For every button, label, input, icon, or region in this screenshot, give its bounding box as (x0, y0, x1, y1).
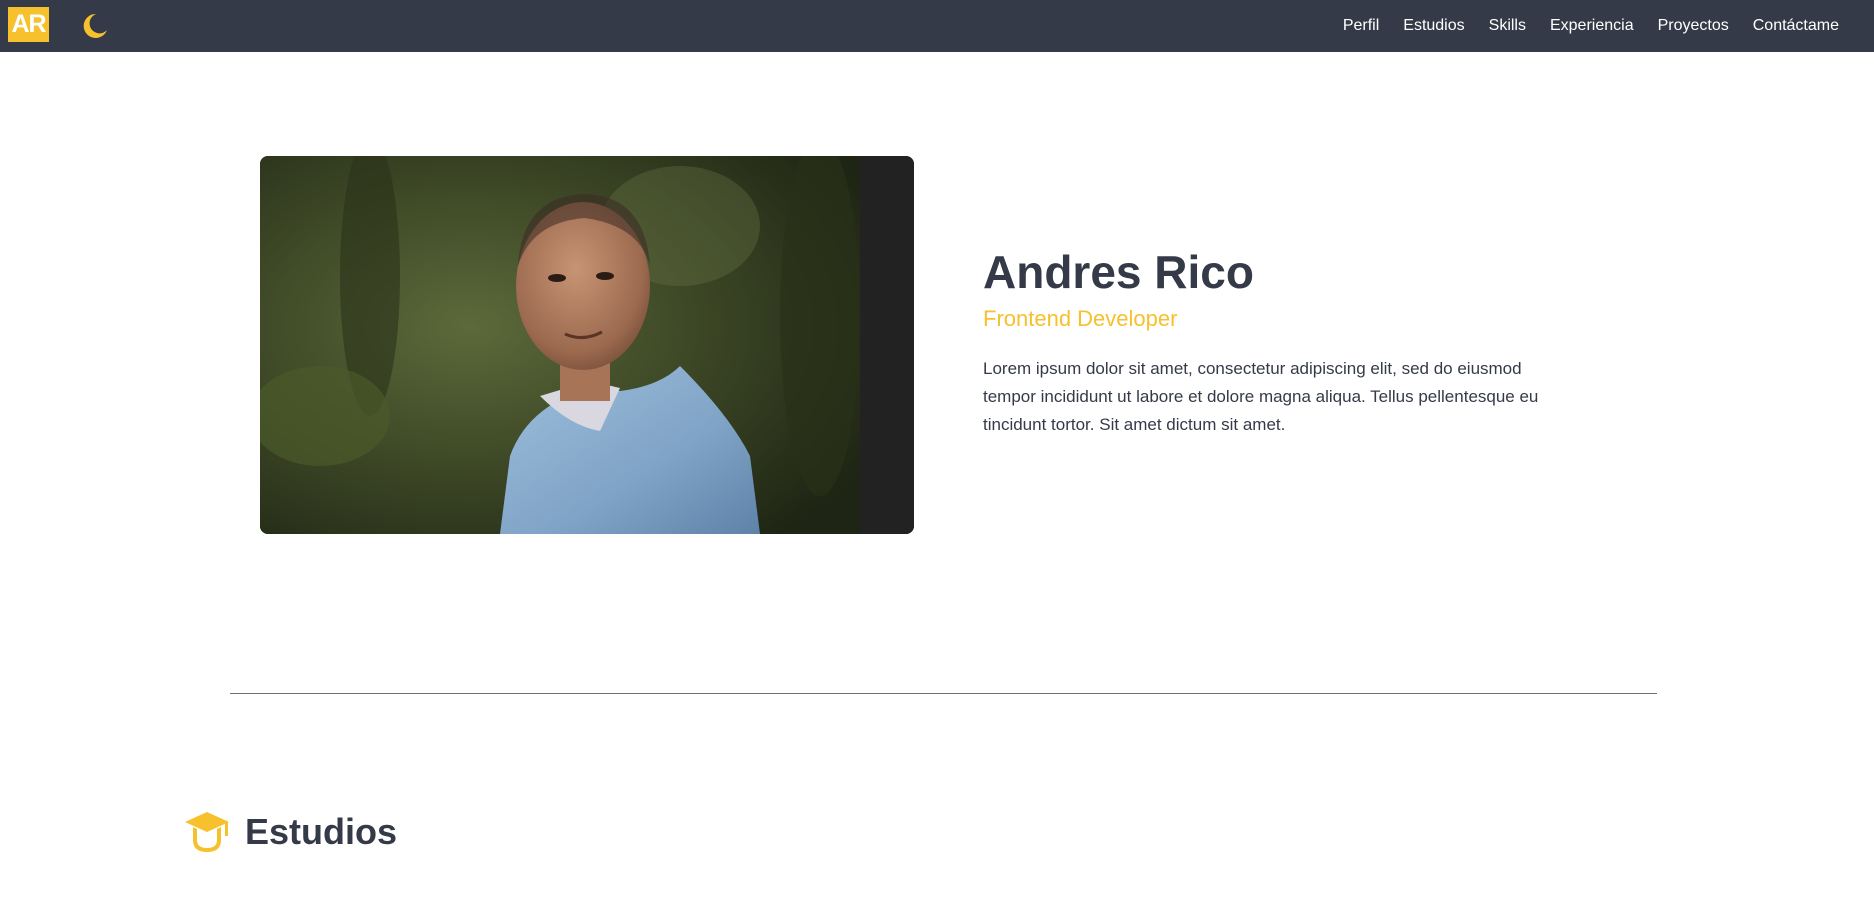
theme-toggle-button[interactable] (76, 9, 110, 43)
hero-intro: Andres Rico Frontend Developer Lorem ips… (983, 245, 1543, 439)
hero-role: Frontend Developer (983, 306, 1178, 332)
studies-section-header: Estudios (183, 810, 397, 854)
nav-link-perfil[interactable]: Perfil (1331, 17, 1391, 35)
nav-link-experiencia[interactable]: Experiencia (1538, 17, 1646, 35)
graduation-cap-icon (185, 812, 229, 852)
profile-photo (260, 156, 914, 534)
logo[interactable]: AR (8, 7, 49, 42)
studies-section-title: Estudios (245, 811, 398, 852)
hero-description: Lorem ipsum dolor sit amet, consectetur … (983, 358, 1539, 434)
nav-link-contactame[interactable]: Contáctame (1741, 17, 1851, 35)
nav-link-proyectos[interactable]: Proyectos (1646, 17, 1741, 35)
profile-photo-illustration (260, 156, 914, 534)
nav-link-skills[interactable]: Skills (1477, 17, 1538, 35)
moon-icon (83, 13, 107, 38)
nav-links: Perfil Estudios Skills Experiencia Proye… (1331, 0, 1851, 52)
hero-name: Andres Rico (983, 246, 1254, 298)
nav-link-estudios[interactable]: Estudios (1391, 17, 1476, 35)
navbar: AR Perfil Estudios Skills Experiencia Pr… (0, 0, 1874, 52)
section-divider (230, 693, 1657, 694)
